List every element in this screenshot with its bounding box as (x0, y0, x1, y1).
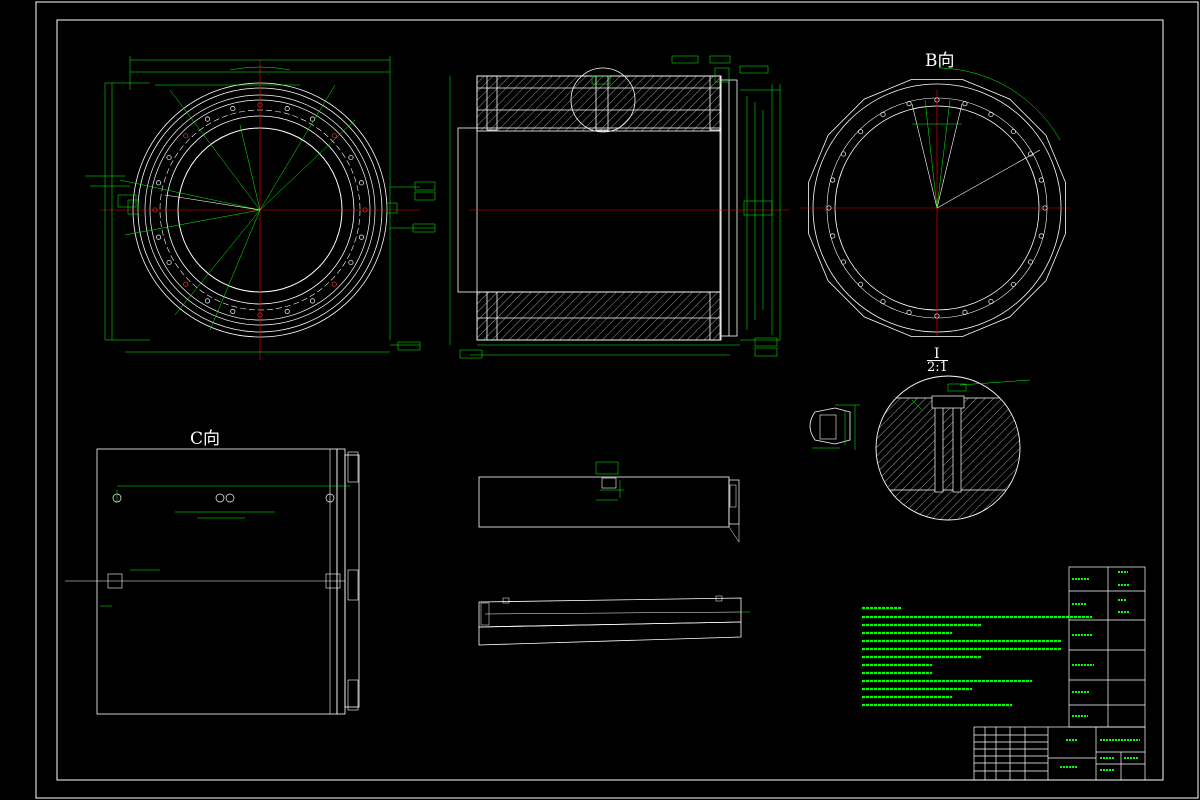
detail-I (875, 375, 1031, 521)
view-b (800, 67, 1070, 337)
bolt-hole (880, 111, 886, 118)
bolt-hole (1010, 129, 1016, 135)
bolt-hole (183, 281, 189, 287)
bolt-hole (156, 234, 162, 240)
title-block-labels (1060, 571, 1140, 771)
bolt-hole (840, 151, 847, 157)
bolt-hole (830, 233, 836, 239)
bolt-hole (1010, 281, 1016, 287)
bolt-hole (962, 309, 968, 315)
view-c (65, 448, 360, 715)
bolt-hole (358, 180, 364, 186)
bolt-hole (204, 298, 211, 304)
bolt-hole (204, 116, 211, 122)
bolt-hole (156, 180, 162, 186)
bolt-hole (1027, 259, 1034, 265)
detail-label-scale: 2:1 (927, 360, 948, 375)
drawing-sheet (35, 1, 1199, 799)
bolt-hole (331, 133, 337, 139)
bolt-hole (166, 259, 172, 266)
bolt-hole (906, 309, 912, 315)
bolt-hole (183, 133, 189, 139)
strip-views (478, 461, 750, 646)
technical-notes (862, 606, 1092, 707)
small-section-detail (809, 404, 860, 450)
bolt-hole (358, 234, 364, 240)
bolt-hole (1038, 177, 1044, 183)
bolt-hole (284, 106, 290, 112)
bolt-hole (858, 129, 864, 135)
bolt-hole (309, 116, 316, 122)
bolt-hole (1038, 233, 1044, 239)
bolt-hole (830, 177, 836, 183)
bolt-hole (962, 101, 968, 107)
bolt-hole (331, 281, 337, 287)
bolt-hole (988, 298, 994, 305)
bolt-hole (230, 308, 236, 314)
bolt-hole (840, 259, 847, 265)
bolt-hole (906, 101, 912, 107)
bolt-hole (230, 106, 236, 112)
view-b-label: B向 (925, 51, 955, 71)
bolt-hole (988, 111, 994, 118)
bolt-hole (284, 308, 290, 314)
bolt-hole (348, 259, 354, 266)
bolt-hole (880, 298, 886, 305)
bolt-hole (348, 154, 354, 161)
view-c-label: C向 (190, 429, 221, 449)
section-view (449, 55, 790, 359)
title-block (973, 566, 1146, 781)
bolt-hole (309, 298, 316, 304)
front-circular-view (85, 56, 436, 360)
bolt-hole (858, 281, 864, 287)
bolt-hole (166, 154, 172, 161)
